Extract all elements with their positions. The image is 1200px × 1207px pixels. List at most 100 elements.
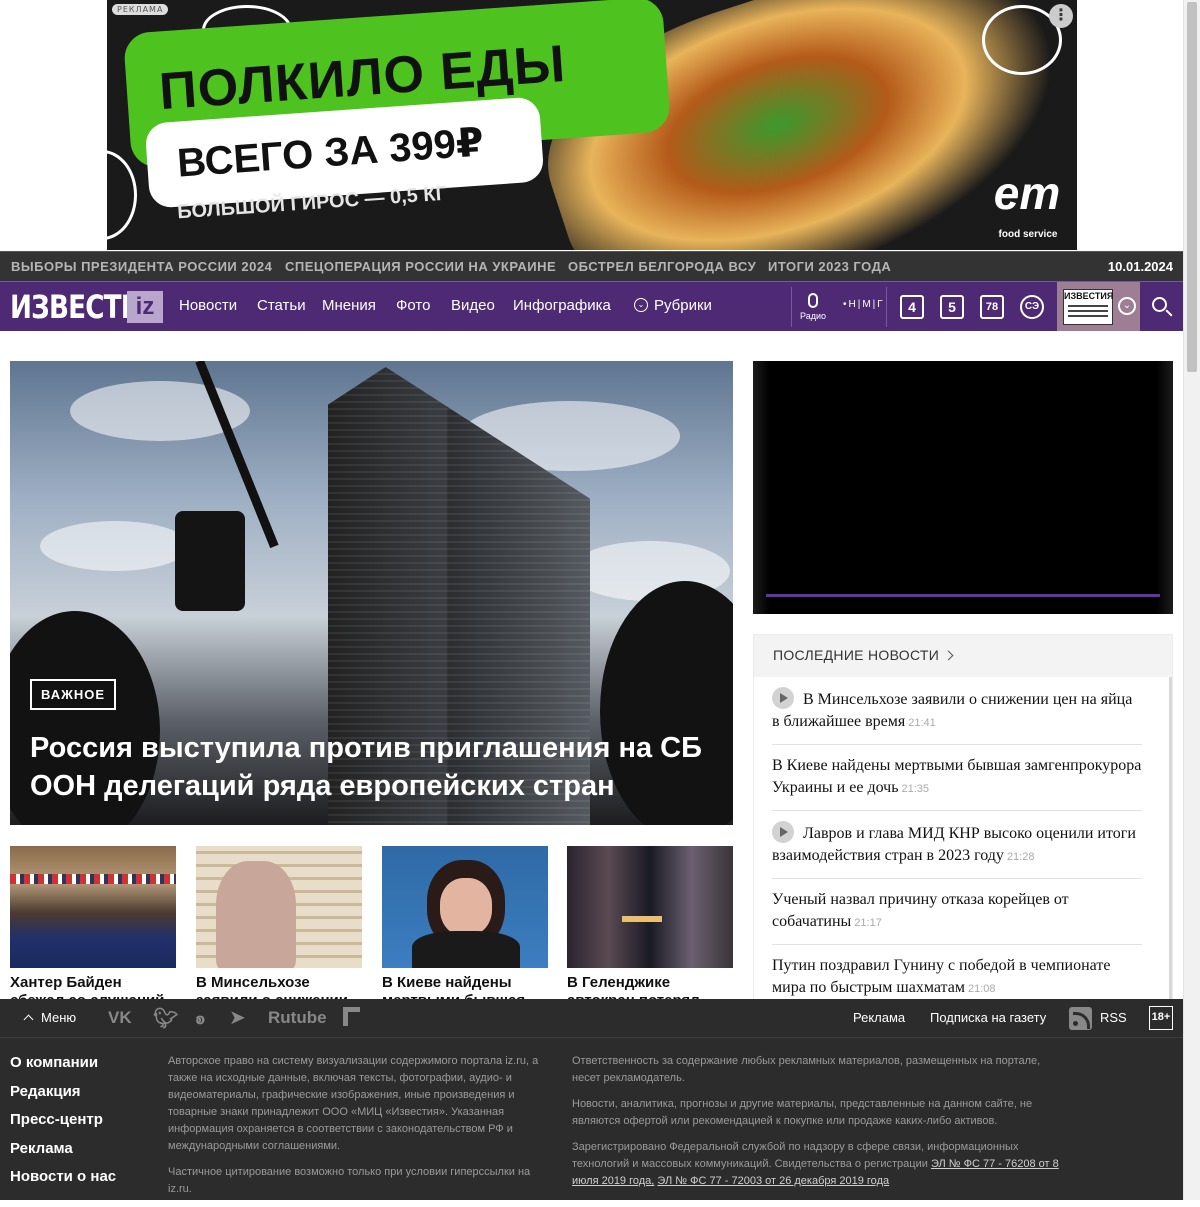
news-card-image-lights [622,916,662,922]
telegram-icon[interactable]: ➤ [229,1005,246,1030]
dzen-icon[interactable] [343,1007,360,1026]
iz-logo-badge[interactable]: iz [127,291,163,323]
ad-menu-icon[interactable]: ⋮ [1049,4,1073,28]
video-play-icon [772,821,794,843]
legal-text: Ответственность за содержание любых рекл… [572,1053,1067,1199]
mmr-logo[interactable]: •Н|М|Г [843,299,885,310]
radio-label: Радио [800,311,826,321]
main-nav: ИЗВЕСТИЯ iz Новости Статьи Мнения Фото В… [0,281,1183,331]
topic-link[interactable]: ОБСТРЕЛ БЕЛГОРОДА ВСУ [568,259,756,274]
page-scrollbar[interactable] [1183,0,1200,1200]
hero-story[interactable]: ВАЖНОЕ Россия выступила против приглашен… [10,361,733,825]
channel-4-icon[interactable]: 4 [900,295,924,319]
topic-link[interactable]: ВЫБОРЫ ПРЕЗИДЕНТА РОССИИ 2024 [11,259,272,274]
channel-5-icon[interactable]: 5 [940,295,964,319]
news-item-text: В Минсельхозе заявили о снижении цен на … [772,691,1133,730]
microphone-icon [808,293,818,308]
current-date: 10.01.2024 [1107,259,1173,274]
footer-nav-item[interactable]: О компании [10,1054,116,1083]
news-card-image [567,846,733,968]
news-card-image [382,846,548,968]
registration-link[interactable]: ЭЛ № ФС 77 - 72003 от 26 декабря 2019 го… [657,1175,889,1187]
footer-nav-item[interactable]: Реклама [10,1140,116,1169]
latest-news-title: ПОСЛЕДНИЕ НОВОСТИ [773,647,940,663]
footer-nav-item[interactable]: Новости о нас [10,1168,116,1197]
sport-express-icon[interactable]: СЭ [1020,295,1044,319]
news-card[interactable]: В Минсельхозе заявили о снижении [196,846,362,1010]
news-item[interactable]: В Киеве найдены мертвыми бывшая замгенпр… [772,745,1142,811]
topic-link[interactable]: ИТОГИ 2023 ГОДА [768,259,891,274]
nav-infographics[interactable]: Инфографика [513,297,611,314]
footer-ads-link[interactable]: Реклама [853,1010,905,1025]
radio-button[interactable]: Радио [796,293,830,321]
footer-subscribe-link[interactable]: Подписка на газету [930,1010,1046,1025]
news-item-text: Лавров и глава МИД КНР высоко оценили ит… [772,825,1136,864]
newspaper-button[interactable]: ИЗВЕСТИЯ ⌄ [1057,282,1140,331]
hero-title[interactable]: Россия выступила против приглашения на С… [30,729,720,805]
topics-bar: ВЫБОРЫ ПРЕЗИДЕНТА РОССИИ 2024 СПЕЦОПЕРАЦ… [0,251,1183,281]
nav-divider [791,287,792,327]
search-icon[interactable] [1150,295,1174,319]
ad-doodle [107,150,137,240]
scrollbar-thumb[interactable] [1187,2,1197,372]
chevron-down-icon[interactable]: ⌄ [1118,297,1136,315]
footer-nav-item[interactable]: Пресс-центр [10,1111,116,1140]
news-card[interactable]: В Киеве найдены мертвыми бывшая [382,846,548,1010]
hero-image-traffic-light [175,511,245,611]
footer-bar: Меню VK 🐦︎ ꭷ ➤ Rutube Реклама Подписка н… [0,999,1183,1038]
ad-logo: em [993,167,1061,219]
news-item-text: Ученый назвал причину отказа корейцев от… [772,891,1069,930]
news-item-time: 21:41 [908,717,936,729]
site-footer: Меню VK 🐦︎ ꭷ ➤ Rutube Реклама Подписка н… [0,999,1183,1200]
ad-logo-sub: food service [998,229,1058,240]
vk-icon[interactable]: VK [108,1008,132,1028]
footer-menu-label: Меню [41,1010,77,1025]
newspaper-icon: ИЗВЕСТИЯ [1063,289,1113,325]
news-item-time: 21:08 [967,983,996,995]
ad-label: РЕКЛАМА [112,4,169,15]
rss-icon[interactable] [1069,1007,1092,1030]
footer-rss-link[interactable]: RSS [1100,1010,1127,1025]
news-item-time: 21:17 [854,917,882,929]
news-card-image-person [216,861,296,968]
age-rating-badge: 18+ [1149,1006,1173,1030]
news-card-image-flags [10,874,176,884]
nav-news[interactable]: Новости [179,297,237,314]
copyright-text: Авторское право на систему визуализации … [168,1053,548,1207]
odnoklassniki-icon[interactable]: ꭷ [196,1008,205,1029]
news-item[interactable]: Лавров и глава МИД КНР высоко оценили ит… [772,811,1142,879]
rutube-icon[interactable]: Rutube [268,1008,327,1028]
footer-menu-toggle[interactable]: Меню [23,1010,77,1025]
news-card-image [10,846,176,968]
copyright-paragraph: Авторское право на систему визуализации … [168,1055,539,1152]
video-progress-bar[interactable] [766,594,1160,597]
latest-news-header[interactable]: ПОСЛЕДНИЕ НОВОСТИ [754,635,1172,677]
nav-divider [886,287,887,327]
news-card-image [196,846,362,968]
hero-image-cloud [40,521,190,571]
legal-paragraph: Ответственность за содержание любых рекл… [572,1055,1041,1084]
channel-78-icon[interactable]: 78 [980,295,1004,319]
nav-articles[interactable]: Статьи [257,297,306,314]
chevron-right-icon [943,650,954,661]
news-card[interactable]: В Геленджике автокран потерял [567,846,733,1010]
ad-banner[interactable]: ПОЛКИЛО ЕДЫ ВСЕГО ЗА 399₽ БОЛЬШОЙ ГИРОС … [107,0,1077,250]
nav-photo[interactable]: Фото [396,297,430,314]
news-item-time: 21:28 [1006,851,1035,863]
nav-video[interactable]: Видео [451,297,495,314]
newspaper-title: ИЗВЕСТИЯ [1064,291,1114,301]
video-player[interactable] [753,361,1173,614]
nav-opinions[interactable]: Мнения [322,297,376,314]
footer-nav-item[interactable]: Редакция [10,1083,116,1112]
legal-paragraph: Новости, аналитика, прогнозы и другие ма… [572,1098,1033,1127]
news-item-text: В Киеве найдены мертвыми бывшая замгенпр… [772,757,1142,796]
twitter-icon[interactable]: 🐦︎ [153,1006,178,1031]
video-play-icon [772,687,794,709]
news-item-text: Путин поздравил Гунину с победой в чемпи… [772,957,1111,996]
news-item[interactable]: В Минсельхозе заявили о снижении цен на … [772,677,1142,745]
news-item[interactable]: Ученый назвал причину отказа корейцев от… [772,879,1142,945]
nav-rubrics[interactable]: Рубрики [654,297,712,314]
news-item-time: 21:35 [901,783,930,795]
footer-nav: О компании Редакция Пресс-центр Реклама … [10,1054,116,1197]
topic-link[interactable]: СПЕЦОПЕРАЦИЯ РОССИИ НА УКРАИНЕ [285,259,556,274]
